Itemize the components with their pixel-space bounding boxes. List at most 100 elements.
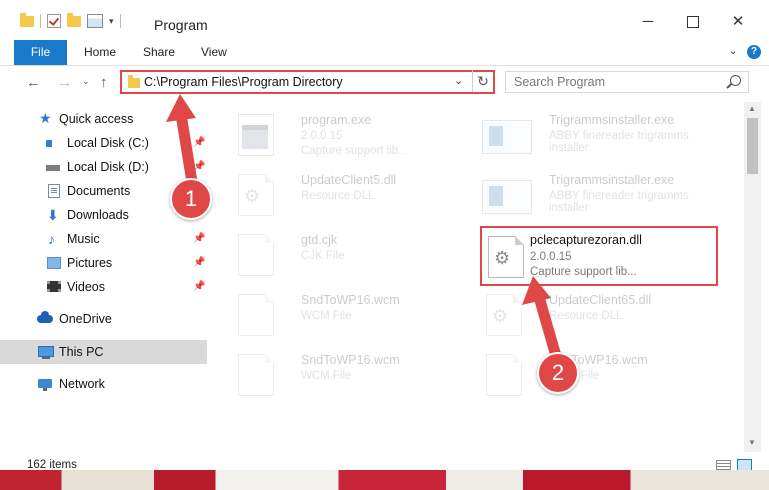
scroll-down-arrow-icon[interactable]: ▼ <box>748 438 756 447</box>
file-type: WCM File <box>301 370 352 382</box>
title-bar: ▾ Program ─ ✕ <box>0 0 769 40</box>
file-name: UpdateClient65.dll <box>549 293 652 307</box>
folder-icon <box>20 12 34 27</box>
file-explorer-window: ▾ Program ─ ✕ File Home Share View ⌄ ? ←… <box>0 0 769 490</box>
pin-icon: 📌 <box>193 137 206 148</box>
nav-item-videos[interactable]: Videos 📌 <box>0 275 207 299</box>
file-name: gtd.cjk <box>301 233 338 247</box>
file-name: program.exe <box>301 113 372 127</box>
file-description: ABBY finereader trigramms installer <box>549 190 689 214</box>
maximize-icon <box>687 16 699 28</box>
ribbon-tabs: File Home Share View ⌄ ? <box>0 40 769 66</box>
file-tile[interactable]: UpdateClient65.dll Resource DLL <box>466 286 696 340</box>
up-button[interactable]: ↑ <box>100 74 108 91</box>
file-tile[interactable]: gtd.cjk CJK File <box>218 226 448 280</box>
pin-icon: 📌 <box>193 257 206 268</box>
file-tile[interactable]: Trigrammsinstaller.exe ABBY finereader t… <box>466 106 696 160</box>
file-type: Resource DLL <box>301 190 375 202</box>
tab-view[interactable]: View <box>201 40 227 65</box>
nav-item-label: Local Disk (D:) <box>67 160 149 174</box>
scrollbar-thumb[interactable] <box>747 118 758 174</box>
file-version: 2.0.0.15 <box>301 130 343 142</box>
installer-icon <box>482 180 532 214</box>
file-name: pclecapturezoran.dll <box>530 233 642 247</box>
file-tile[interactable]: UpdateClient5.dll Resource DLL <box>218 166 448 220</box>
nav-item-pictures[interactable]: Pictures 📌 <box>0 251 207 275</box>
star-icon: ★ <box>39 110 52 126</box>
close-button[interactable]: ✕ <box>728 12 748 32</box>
file-tile-pclecapturezoran[interactable]: pclecapturezoran.dll 2.0.0.15 Capture su… <box>480 226 718 286</box>
dll-gear-icon <box>486 294 522 336</box>
file-icon <box>238 294 274 336</box>
nav-item-label: OneDrive <box>59 312 112 326</box>
nav-item-music[interactable]: ♪ Music 📌 <box>0 227 207 251</box>
file-tile[interactable]: Trigrammsinstaller.exe ABBY finereader t… <box>466 166 696 220</box>
installer-icon <box>482 120 532 154</box>
step-1-badge: 1 <box>170 178 212 220</box>
disk-drive-icon <box>46 165 60 171</box>
file-type: WCM File <box>301 310 352 322</box>
local-disk-icon <box>46 140 60 147</box>
customize-toolbar-caret-icon[interactable]: ▾ <box>109 16 114 27</box>
file-icon <box>238 234 274 276</box>
nav-item-label: Pictures <box>67 256 113 270</box>
back-button[interactable]: ← <box>26 74 41 91</box>
properties-icon[interactable] <box>87 14 103 28</box>
address-input[interactable] <box>144 72 464 92</box>
nav-item-local-disk-c[interactable]: Local Disk (C:) 📌 <box>0 131 207 155</box>
file-description: Capture support lib... <box>301 145 408 157</box>
address-dropdown-chevron-icon[interactable]: ⌄ <box>454 74 463 87</box>
file-tile[interactable]: SndToWP16.wcm WCM File <box>218 286 448 340</box>
tab-home[interactable]: Home <box>84 40 116 65</box>
properties-check-icon[interactable] <box>47 14 61 28</box>
folder-icon <box>128 75 140 88</box>
file-name: UpdateClient5.dll <box>301 173 397 187</box>
new-folder-icon[interactable] <box>67 12 81 27</box>
file-name: Trigrammsinstaller.exe <box>549 173 675 187</box>
pin-icon: 📌 <box>193 161 206 172</box>
expand-ribbon-chevron-icon[interactable]: ⌄ <box>729 46 737 57</box>
help-icon[interactable]: ? <box>747 45 761 59</box>
scroll-up-arrow-icon[interactable]: ▲ <box>748 104 756 113</box>
maximize-button[interactable] <box>683 12 703 32</box>
refresh-button[interactable]: ↻ <box>472 70 493 92</box>
window-title: Program <box>154 17 208 33</box>
nav-item-network[interactable]: Network <box>0 372 207 396</box>
minimize-button[interactable]: ─ <box>638 12 658 32</box>
address-bar[interactable]: ⌄ ↻ <box>120 70 495 94</box>
file-description: Capture support lib... <box>530 266 637 278</box>
file-type: CJK File <box>301 250 345 262</box>
file-tile[interactable]: SndToWP16.wcm WCM File <box>218 346 448 400</box>
film-strip-icon <box>47 281 61 292</box>
exe-icon <box>238 114 274 156</box>
tab-file[interactable]: File <box>14 40 67 65</box>
search-icon[interactable] <box>730 75 741 86</box>
nav-item-label: Quick access <box>59 112 134 126</box>
file-tile[interactable]: program.exe 2.0.0.15 Capture support lib… <box>218 106 448 160</box>
file-icon <box>486 354 522 396</box>
nav-item-local-disk-d[interactable]: Local Disk (D:) 📌 <box>0 155 207 179</box>
file-name: SndToWP16.wcm <box>301 293 400 307</box>
computer-icon <box>38 346 54 359</box>
recent-locations-chevron-icon[interactable]: ⌄ <box>82 76 90 87</box>
step-2-badge: 2 <box>537 352 579 394</box>
vertical-scrollbar[interactable]: ▲ ▼ <box>744 102 761 452</box>
nav-item-onedrive[interactable]: OneDrive <box>0 307 207 331</box>
file-description: ABBY finereader trigramms installer <box>549 130 689 154</box>
nav-item-label: Videos <box>67 280 105 294</box>
search-input[interactable] <box>514 73 714 91</box>
forward-button[interactable]: → <box>57 74 72 91</box>
cloud-icon <box>37 311 53 323</box>
toolbar-divider <box>119 14 121 28</box>
file-tile[interactable]: SndToWP16.wcm WCM File <box>466 346 696 400</box>
pin-icon: 📌 <box>193 281 206 292</box>
file-icon <box>238 354 274 396</box>
nav-item-quick-access[interactable]: ★ Quick access <box>0 107 207 131</box>
tab-share[interactable]: Share <box>143 40 175 65</box>
nav-item-this-pc[interactable]: This PC <box>0 340 207 364</box>
quick-access-toolbar: ▾ <box>20 12 121 28</box>
file-name: Trigrammsinstaller.exe <box>549 113 675 127</box>
dll-gear-icon <box>488 236 524 278</box>
search-box[interactable] <box>505 71 749 93</box>
file-list: program.exe 2.0.0.15 Capture support lib… <box>208 102 744 452</box>
